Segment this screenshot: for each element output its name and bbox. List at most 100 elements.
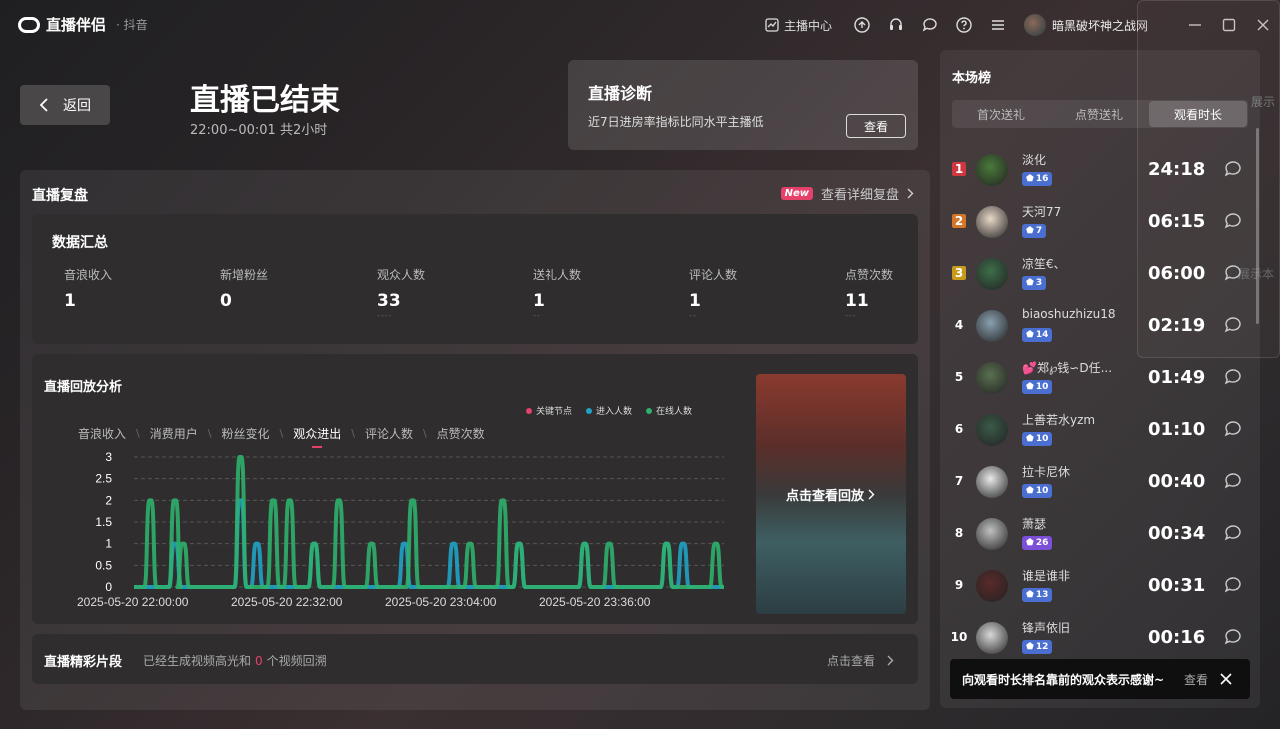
chevron-right-icon <box>887 655 894 666</box>
message-icon[interactable] <box>1224 628 1242 646</box>
viewer-name: 锋声依旧 <box>1022 621 1071 635</box>
toast-text: 向观看时长排名靠前的观众表示感谢~ <box>962 672 1165 687</box>
level-value: 3 <box>1035 278 1043 288</box>
stat-value: 1 <box>689 291 701 311</box>
fan-level-badge: ⬟ 3 <box>1022 276 1047 290</box>
tab-watch-time[interactable]: 观看时长 <box>1149 101 1247 127</box>
message-icon[interactable] <box>1224 472 1242 490</box>
upload-icon[interactable] <box>854 17 870 33</box>
avatar[interactable] <box>976 466 1008 498</box>
close-icon[interactable] <box>1218 671 1234 687</box>
highlights-card: 直播精彩片段 已经生成视频高光和 0 个视频回溯 点击查看 <box>32 634 918 684</box>
ranking-row[interactable]: 2 天河77 ⬟ 7 06:15 <box>948 196 1248 248</box>
avatar[interactable] <box>976 570 1008 602</box>
highlights-link-label: 点击查看 <box>826 654 875 668</box>
highlights-view-link[interactable]: 点击查看 <box>827 652 894 669</box>
avatar[interactable] <box>976 206 1008 238</box>
ranking-row[interactable]: 6 上善若水yzm ⬟ 10 01:10 <box>948 404 1248 456</box>
fan-level-badge: ⬟ 14 <box>1022 328 1053 342</box>
ranking-row[interactable]: 4 biaoshuzhizu18 ⬟ 14 02:19 <box>948 300 1248 352</box>
highlights-desc-before: 已经生成视频高光和 <box>143 654 252 668</box>
watch-time: 00:40 <box>1148 471 1206 492</box>
message-icon[interactable] <box>1224 524 1242 542</box>
message-icon[interactable] <box>922 17 938 33</box>
scrollbar[interactable] <box>1256 128 1259 324</box>
tab-like-gift[interactable]: 点赞送礼 <box>1050 100 1148 128</box>
message-icon[interactable] <box>1224 368 1242 386</box>
diagnosis-view-button[interactable]: 查看 <box>846 114 906 138</box>
back-button[interactable]: 返回 <box>20 85 110 125</box>
watch-time: 01:49 <box>1148 367 1206 388</box>
stat-trend: -- <box>689 311 697 320</box>
avatar[interactable] <box>976 154 1008 186</box>
message-icon[interactable] <box>1224 420 1242 438</box>
rank-number: 4 <box>954 318 964 332</box>
audience-chart[interactable]: 0 0.5 1 1.5 2 2.5 3 2025-05-20 22:00:00 2025-05-… <box>32 354 752 624</box>
viewer-name: 萧瑟 <box>1022 517 1047 531</box>
stat-value: 1 <box>64 291 76 311</box>
replay-label: 点击查看回放 <box>785 488 864 504</box>
stat-trend: -- <box>533 311 541 320</box>
rank-number: 6 <box>954 422 964 436</box>
anchor-center-button[interactable]: 主播中心 <box>765 17 832 34</box>
y-tick-label: 2 <box>105 493 112 507</box>
stat-label: 送礼人数 <box>533 268 582 282</box>
ranking-row[interactable]: 10 锋声依旧 ⬟ 12 00:16 <box>948 612 1248 664</box>
stat-label: 评论人数 <box>689 268 738 282</box>
user-profile[interactable]: 暗黑破坏神之战网 <box>1023 14 1148 36</box>
ranking-row[interactable]: 3 凉笙€、 ⬟ 3 06:00 <box>948 248 1248 300</box>
level-value: 26 <box>1035 538 1049 548</box>
summary-title: 数据汇总 <box>52 235 108 251</box>
message-icon[interactable] <box>1224 264 1242 282</box>
stat-label: 观众人数 <box>377 268 426 282</box>
avatar[interactable] <box>976 258 1008 290</box>
rank-number: 8 <box>954 526 964 540</box>
avatar[interactable] <box>976 622 1008 654</box>
detail-review-link[interactable]: New 查看详细复盘 <box>780 184 914 203</box>
menu-icon[interactable] <box>990 17 1006 33</box>
toast-view-button[interactable]: 查看 <box>1184 671 1208 688</box>
gem-icon: ⬟ <box>1026 590 1034 600</box>
ranking-row[interactable]: 9 谁是谁非 ⬟ 13 00:31 <box>948 560 1248 612</box>
message-icon[interactable] <box>1224 160 1242 178</box>
headset-icon[interactable] <box>888 17 904 33</box>
message-icon[interactable] <box>1224 316 1242 334</box>
live-review-section: 直播复盘 New 查看详细复盘 数据汇总 音浪收入 1 新增粉丝 0 观众人数 … <box>20 170 930 710</box>
avatar[interactable] <box>976 310 1008 342</box>
chevron-right-icon <box>868 489 875 499</box>
message-icon[interactable] <box>1224 576 1242 594</box>
help-icon[interactable] <box>956 17 972 33</box>
gem-icon: ⬟ <box>1026 642 1034 652</box>
avatar[interactable] <box>976 518 1008 550</box>
avatar[interactable] <box>976 362 1008 394</box>
watch-time: 01:10 <box>1148 419 1206 440</box>
fan-level-badge: ⬟ 16 <box>1022 172 1053 186</box>
viewer-name: 淡化 <box>1022 153 1047 167</box>
stat-label: 新增粉丝 <box>220 268 269 282</box>
message-icon[interactable] <box>1224 212 1242 230</box>
avatar[interactable] <box>976 414 1008 446</box>
detail-review-label: 查看详细复盘 <box>820 188 899 203</box>
rank-number: 7 <box>954 474 964 488</box>
level-value: 7 <box>1035 226 1043 236</box>
diagnosis-desc: 近7日进房率指标比同水平主播低 <box>588 115 764 129</box>
chart-icon <box>765 18 779 32</box>
replay-thumbnail[interactable]: 点击查看回放 <box>756 374 906 614</box>
ranking-panel: 本场榜 首次送礼 点赞送礼 观看时长 1 淡化 ⬟ 16 24:18 2 天河77 ⬟ 7 06:… <box>940 50 1260 708</box>
ranking-row[interactable]: 1 淡化 ⬟ 16 24:18 <box>948 144 1248 196</box>
fan-level-badge: ⬟ 7 <box>1022 224 1047 238</box>
gem-icon: ⬟ <box>1026 278 1034 288</box>
viewer-name: 上善若水yzm <box>1022 413 1096 427</box>
fan-level-badge: ⬟ 26 <box>1022 536 1053 550</box>
level-value: 16 <box>1035 174 1049 184</box>
new-badge: New <box>780 187 813 200</box>
ranking-row[interactable]: 8 萧瑟 ⬟ 26 00:34 <box>948 508 1248 560</box>
tab-first-gift[interactable]: 首次送礼 <box>952 100 1050 128</box>
ranking-row[interactable]: 5 💕郑℘钱∽D任... ⬟ 10 01:49 <box>948 352 1248 404</box>
y-tick-label: 0 <box>105 580 112 594</box>
ranking-row[interactable]: 7 拉卡尼休 ⬟ 10 00:40 <box>948 456 1248 508</box>
app-name: 直播伴侣 <box>46 16 107 34</box>
highlights-desc: 已经生成视频高光和 0 个视频回溯 <box>143 652 327 669</box>
viewer-name: biaoshuzhizu18 <box>1022 307 1116 321</box>
level-value: 10 <box>1035 382 1049 392</box>
